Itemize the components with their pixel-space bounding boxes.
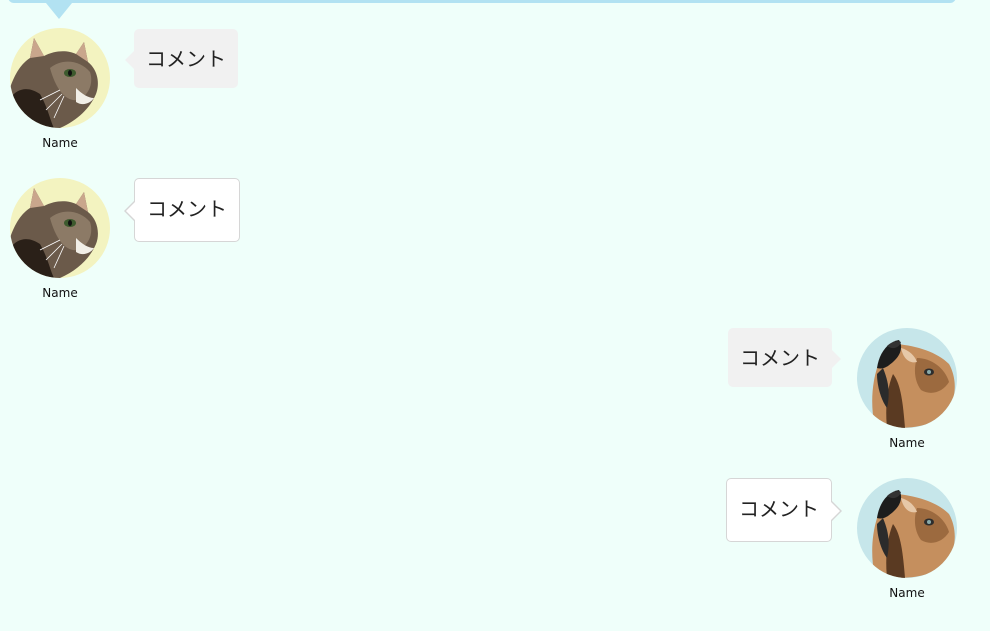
- comment-bubble: コメント: [728, 328, 841, 387]
- cat-avatar: [10, 178, 110, 278]
- avatar-block: Name: [857, 478, 957, 600]
- chat-message-right: Name コメント: [0, 328, 990, 468]
- comment-text: コメント: [146, 47, 226, 71]
- header-bar: [8, 0, 956, 3]
- avatar-block: Name: [857, 328, 957, 450]
- comment-text: コメント: [740, 346, 820, 370]
- avatar-name: Name: [42, 136, 78, 150]
- avatar-name: Name: [889, 436, 925, 450]
- avatar-block: Name: [10, 178, 110, 300]
- dog-avatar: [857, 328, 957, 428]
- comment-text: コメント: [739, 497, 819, 521]
- dog-avatar: [857, 478, 957, 578]
- comment-bubble: コメント: [124, 178, 240, 242]
- chat-message-right: Name コメント: [0, 478, 990, 618]
- header-pointer: [46, 3, 72, 19]
- comment-bubble: コメント: [125, 29, 238, 88]
- avatar-name: Name: [42, 286, 78, 300]
- cat-avatar: [10, 28, 110, 128]
- avatar-block: Name: [10, 28, 110, 150]
- comment-bubble: コメント: [726, 478, 842, 542]
- comment-text: コメント: [147, 197, 227, 221]
- avatar-name: Name: [889, 586, 925, 600]
